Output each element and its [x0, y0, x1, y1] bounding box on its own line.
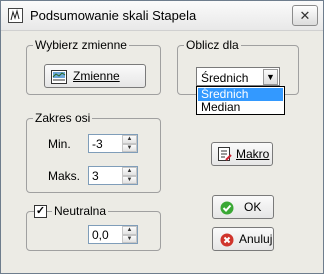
neutral-value: 0,0: [92, 228, 109, 242]
window-title: Podsumowanie skali Stapela: [30, 8, 197, 23]
spin-down-icon[interactable]: ▼: [122, 143, 137, 152]
title-bar[interactable]: Podsumowanie skali Stapela ✕: [1, 1, 323, 31]
compute-dropdown-list: Średnich Median: [196, 86, 285, 115]
spin-up-icon[interactable]: ▲: [122, 135, 137, 144]
cancel-button[interactable]: Anuluj: [212, 227, 274, 251]
compute-option[interactable]: Median: [198, 101, 283, 114]
spin-down-icon[interactable]: ▼: [122, 234, 137, 243]
variables-button[interactable]: Zmienne: [44, 64, 146, 88]
chart-icon: [8, 8, 23, 23]
min-label: Min.: [48, 137, 71, 151]
ok-button[interactable]: OK: [212, 195, 274, 219]
axis-range-legend: Zakres osi: [33, 111, 93, 125]
neutral-label: Neutralna: [52, 204, 109, 218]
close-icon: ✕: [299, 8, 311, 23]
compute-select-value: Średnich: [201, 71, 249, 85]
chevron-down-icon[interactable]: ▼: [263, 69, 278, 85]
max-label: Maks.: [48, 169, 81, 183]
x-circle-icon: [220, 232, 234, 254]
compute-legend: Oblicz dla: [184, 38, 241, 52]
macro-button[interactable]: Makro: [211, 142, 273, 166]
spin-up-icon[interactable]: ▲: [122, 226, 137, 235]
min-value: -3: [92, 137, 103, 151]
macro-icon: [218, 147, 232, 169]
min-spinner[interactable]: -3 ▲ ▼: [88, 134, 138, 153]
variables-legend: Wybierz zmienne: [33, 38, 129, 52]
spin-up-icon[interactable]: ▲: [122, 167, 137, 176]
neutral-value-spinner[interactable]: 0,0 ▲ ▼: [88, 225, 138, 244]
cancel-button-label: Anuluj: [239, 232, 273, 246]
macro-button-label: Makro: [236, 147, 270, 161]
ok-button-label: OK: [244, 200, 262, 214]
close-button[interactable]: ✕: [292, 5, 318, 26]
neutral-checkbox[interactable]: ✓: [34, 205, 47, 218]
dialog-window: Podsumowanie skali Stapela ✕ Wybierz zmi…: [0, 0, 324, 274]
compute-select[interactable]: Średnich ▼: [196, 67, 280, 86]
variables-group: Wybierz zmienne Zmienne: [26, 38, 161, 95]
table-icon: [51, 69, 67, 91]
spin-down-icon[interactable]: ▼: [122, 175, 137, 184]
check-circle-icon: [220, 200, 234, 222]
max-value: 3: [92, 169, 99, 183]
variables-button-label: Zmienne: [73, 69, 120, 83]
max-spinner[interactable]: 3 ▲ ▼: [88, 166, 138, 185]
